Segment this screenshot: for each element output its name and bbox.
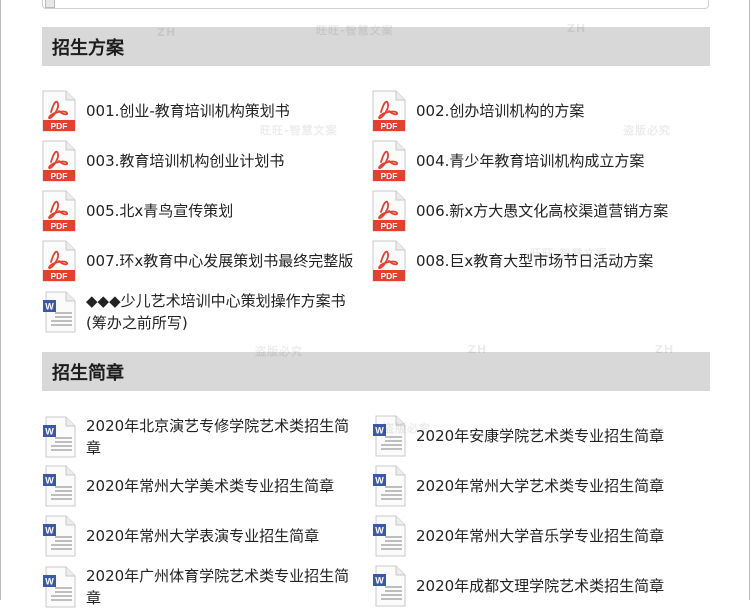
file-item[interactable]: PDF 001.创业-教育培训机构策划书 [42,90,362,132]
pdf-file-icon: PDF [372,90,406,132]
pdf-file-icon: PDF [372,190,406,232]
svg-text:PDF: PDF [51,271,68,281]
pdf-file-icon: PDF [372,240,406,282]
svg-text:W: W [45,427,54,437]
file-name: 007.环x教育中心发展策划书最终完整版 [86,252,354,270]
svg-text:PDF: PDF [51,121,68,131]
svg-text:W: W [375,476,384,486]
svg-text:PDF: PDF [381,221,398,231]
svg-text:W: W [375,526,384,536]
file-name: 002.创办培训机构的方案 [416,102,585,120]
file-item[interactable]: W 2020年北京演艺专修学院艺术类招生简章 [42,415,362,459]
file-item[interactable]: W 2020年常州大学艺术类专业招生简章 [372,465,692,507]
word-document-icon: W [42,465,76,507]
svg-text:W: W [375,576,384,586]
word-document-icon: W [42,515,76,557]
svg-text:PDF: PDF [381,271,398,281]
word-document-icon: W [42,416,76,458]
file-name: 006.新x方大愚文化高校渠道营销方案 [416,202,669,220]
svg-text:PDF: PDF [381,121,398,131]
file-item[interactable]: W 2020年常州大学音乐学专业招生简章 [372,515,692,557]
pdf-file-icon: PDF [42,190,76,232]
file-name: 2020年常州大学表演专业招生简章 [86,527,320,545]
pdf-file-icon: PDF [42,140,76,182]
section-header-admissions-brochures: 招生简章 [42,352,710,391]
section-title: 招生简章 [52,362,124,384]
file-icon [45,0,55,8]
file-name: 2020年常州大学艺术类专业招生简章 [416,477,665,495]
file-name: 001.创业-教育培训机构策划书 [86,102,290,120]
file-item[interactable]: W 2020年安康学院艺术类专业招生简章 [372,415,692,457]
file-name: ◆◆◆少儿艺术培训中心策划操作方案书(筹办之前所写) [86,292,346,332]
file-name: 2020年安康学院艺术类专业招生简章 [416,427,665,445]
file-name: 004.青少年教育培训机构成立方案 [416,152,645,170]
file-name: 005.北x青鸟宣传策划 [86,202,234,220]
svg-text:PDF: PDF [51,221,68,231]
word-document-icon: W [372,565,406,607]
word-document-icon: W [42,291,76,333]
word-document-icon: W [372,515,406,557]
file-item[interactable]: PDF 003.教育培训机构创业计划书 [42,140,362,182]
file-name: 2020年成都文理学院艺术类招生简章 [416,577,665,595]
file-item[interactable]: PDF 007.环x教育中心发展策划书最终完整版 [42,240,362,282]
svg-text:W: W [375,426,384,436]
svg-text:W: W [45,476,54,486]
svg-text:W: W [45,302,54,312]
file-item[interactable]: PDF 006.新x方大愚文化高校渠道营销方案 [372,190,692,232]
pdf-file-icon: PDF [372,140,406,182]
file-item[interactable]: W 2020年广州体育学院艺术类专业招生简章 [42,565,362,609]
file-name: 2020年常州大学美术类专业招生简章 [86,477,335,495]
previous-section-bottom [42,0,709,9]
word-document-icon: W [372,415,406,457]
section-title: 招生方案 [52,37,124,59]
pdf-file-icon: PDF [42,240,76,282]
svg-text:PDF: PDF [51,171,68,181]
file-name: 003.教育培训机构创业计划书 [86,152,285,170]
file-item[interactable]: PDF 004.青少年教育培训机构成立方案 [372,140,692,182]
file-item[interactable]: W ◆◆◆少儿艺术培训中心策划操作方案书(筹办之前所写) [42,290,362,334]
file-name: 2020年北京演艺专修学院艺术类招生简章 [86,417,350,457]
word-document-icon: W [372,465,406,507]
file-item[interactable]: PDF 002.创办培训机构的方案 [372,90,692,132]
pdf-file-icon: PDF [42,90,76,132]
file-item[interactable]: W 2020年常州大学美术类专业招生简章 [42,465,362,507]
file-name: 2020年广州体育学院艺术类专业招生简章 [86,567,350,607]
file-item[interactable]: PDF 005.北x青鸟宣传策划 [42,190,362,232]
file-item[interactable]: W 2020年常州大学表演专业招生简章 [42,515,362,557]
file-item[interactable]: W 2020年成都文理学院艺术类招生简章 [372,565,692,607]
svg-text:PDF: PDF [381,171,398,181]
svg-text:W: W [45,577,54,587]
file-name: 2020年常州大学音乐学专业招生简章 [416,527,665,545]
svg-text:W: W [45,526,54,536]
file-name: 008.巨x教育大型市场节日活动方案 [416,252,654,270]
word-document-icon: W [42,566,76,608]
file-item[interactable]: PDF 008.巨x教育大型市场节日活动方案 [372,240,692,282]
section-header-admissions-plans: 招生方案 [42,27,710,66]
page-border-left [0,0,1,600]
